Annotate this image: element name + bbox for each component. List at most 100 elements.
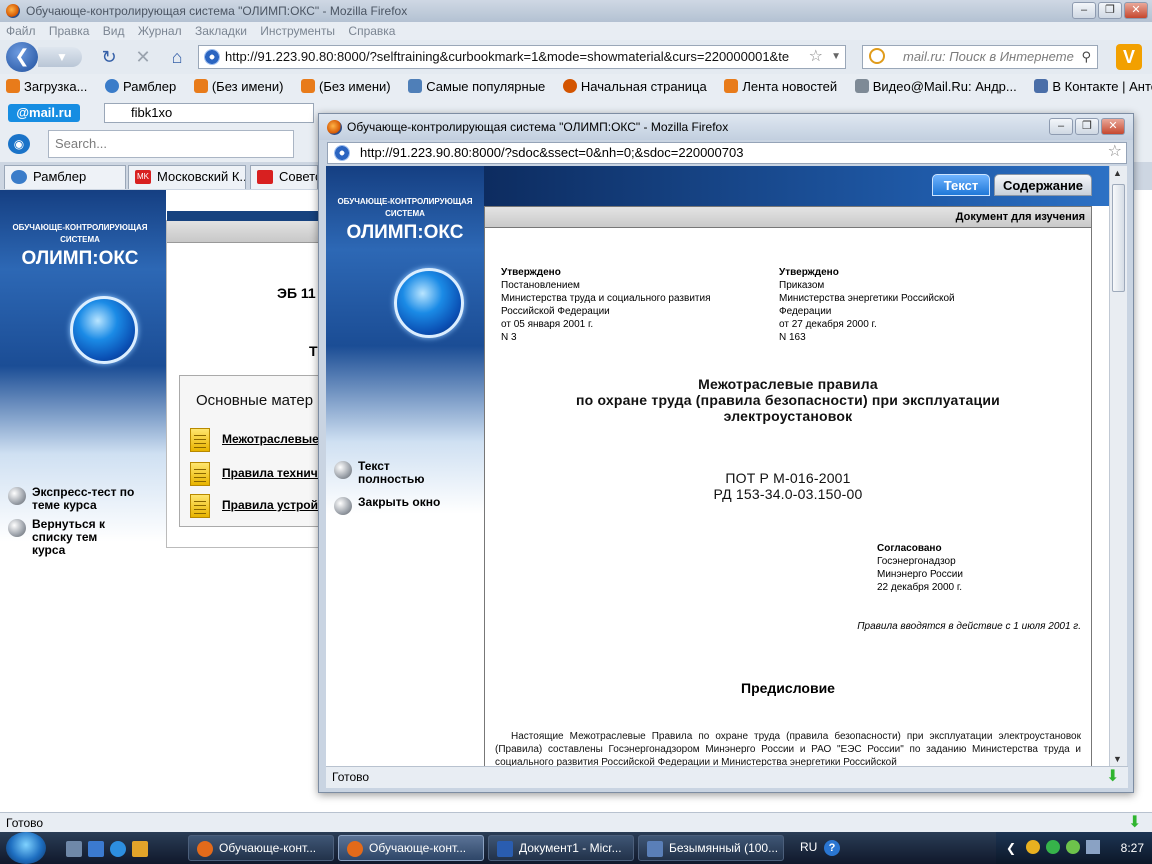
bookmark-star-icon[interactable]: ☆ — [1108, 142, 1122, 162]
ball-icon — [8, 487, 26, 505]
popup-logo-subtitle: ОБУЧАЮЩЕ-КОНТРОЛИРУЮЩАЯ СИСТЕМА — [337, 197, 473, 218]
popup-left-panel: ОБУЧАЮЩЕ-КОНТРОЛИРУЮЩАЯ СИСТЕМА ОЛИМП:ОК… — [326, 166, 484, 766]
main-status-bar: Готово ⬇ — [0, 812, 1152, 832]
bookmark-item[interactable]: Видео@Mail.Ru: Андр... — [854, 74, 1017, 100]
url-bar[interactable]: http://91.223.90.80:8000/?selftraining&c… — [198, 45, 846, 69]
scroll-thumb[interactable] — [1112, 184, 1125, 292]
taskbar-button-word[interactable]: Документ1 - Micr... — [488, 835, 634, 861]
full-text-link[interactable]: Текст полностью — [332, 460, 452, 486]
clock[interactable]: 8:27 — [1121, 832, 1144, 864]
mailru-logo[interactable]: @mail.ru — [8, 104, 80, 122]
eye-icon[interactable]: ◉ — [8, 134, 30, 154]
popup-title-bar: Обучающе-контролирующая система "ОЛИМП:О… — [319, 114, 1133, 140]
agreed-block: Согласовано Госэнергонадзор Минэнерго Ро… — [877, 543, 963, 593]
popup-minimize-button[interactable]: – — [1049, 118, 1073, 135]
site-globe-icon — [204, 49, 220, 65]
reload-icon[interactable]: ↻ — [98, 46, 120, 68]
download-arrow-icon[interactable]: ⬇ — [1128, 814, 1144, 832]
document-icon — [190, 462, 210, 486]
taskbar: Обучающе-конт... Обучающе-конт... Докуме… — [0, 832, 1152, 864]
scroll-down-icon[interactable]: ▼ — [1113, 754, 1122, 764]
ie-icon[interactable] — [110, 841, 126, 857]
media-icon[interactable] — [132, 841, 148, 857]
material-link[interactable]: Межотраслевые — [190, 428, 319, 452]
bookmark-item[interactable]: В Контакте | Антон Ру... — [1034, 74, 1152, 100]
minimize-button[interactable]: – — [1072, 2, 1096, 19]
tab-contents[interactable]: Содержание — [994, 174, 1092, 196]
popup-status-bar: Готово ⬇ — [326, 766, 1128, 788]
tab-rambler[interactable]: Рамблер — [4, 165, 126, 189]
popup-maximize-button[interactable]: ❐ — [1075, 118, 1099, 135]
taskbar-button-paint[interactable]: Безымянный (100... — [638, 835, 784, 861]
tray-status-icon[interactable] — [1066, 840, 1080, 854]
menu-view[interactable]: Вид — [103, 24, 125, 38]
taskbar-button-firefox-1[interactable]: Обучающе-конт... — [188, 835, 334, 861]
tray-network-icon[interactable] — [1046, 840, 1060, 854]
download-arrow-icon[interactable]: ⬇ — [1106, 768, 1122, 786]
popup-url-bar[interactable]: http://91.223.90.80:8000/?sdoc&ssect=0&n… — [327, 142, 1127, 164]
bookmark-item[interactable]: Начальная страница — [562, 74, 707, 100]
taskbar-button-firefox-2[interactable]: Обучающе-конт... — [338, 835, 484, 861]
popup-status-text: Готово — [332, 770, 370, 784]
tray-expand-icon[interactable]: ❮ — [1006, 832, 1016, 864]
stop-icon[interactable]: ✕ — [132, 46, 154, 68]
approval-right: Утверждено Приказом Министерства энергет… — [779, 267, 955, 343]
url-dropdown-icon[interactable]: ▼ — [831, 46, 841, 68]
search-go-icon[interactable]: ⚲ — [1081, 46, 1091, 68]
tab-text[interactable]: Текст — [932, 174, 990, 196]
bookmark-item[interactable]: Рамблер — [105, 74, 176, 100]
maximize-button[interactable]: ❐ — [1098, 2, 1122, 19]
mailru-search-input[interactable]: fibk1xo — [104, 103, 314, 123]
tray-volume-icon[interactable] — [1086, 840, 1100, 854]
site-globe-icon — [334, 145, 350, 161]
bookmark-star-icon[interactable]: ☆ — [809, 46, 823, 68]
materials-title: Основные матер — [196, 392, 314, 409]
back-button[interactable]: ❮ — [6, 42, 38, 72]
bookmark-item[interactable]: Лента новостей — [724, 74, 837, 100]
bookmark-item[interactable]: (Без имени) — [193, 74, 283, 100]
menu-tools[interactable]: Инструменты — [260, 24, 335, 38]
help-icon[interactable]: ? — [824, 840, 840, 856]
close-window-link[interactable]: Закрыть окно — [332, 496, 472, 515]
approval-left: Утверждено Постановлением Министерства т… — [501, 267, 711, 343]
navigation-toolbar: ❮ ▼ ↻ ✕ ⌂ http://91.223.90.80:8000/?self… — [0, 40, 1152, 74]
tab-sovets[interactable]: Советс — [250, 165, 318, 189]
course-title-fragment: Т — [309, 343, 318, 359]
preface-heading: Предисловие — [741, 680, 835, 696]
material-link[interactable]: Правила техничн — [190, 462, 325, 486]
show-desktop-icon[interactable] — [66, 841, 82, 857]
language-indicator[interactable]: RU — [800, 840, 817, 854]
url-text: http://91.223.90.80:8000/?selftraining&c… — [225, 49, 790, 64]
menu-bookmarks[interactable]: Закладки — [195, 24, 247, 38]
express-test-link[interactable]: Экспресс-тест по теме курса — [6, 486, 156, 512]
bookmark-item[interactable]: Загрузка... — [6, 74, 87, 100]
close-button[interactable]: ✕ — [1124, 2, 1148, 19]
menu-file[interactable]: Файл — [6, 24, 36, 38]
popup-scrollbar[interactable]: ▲ ▼ — [1109, 166, 1127, 766]
popup-close-button[interactable]: ✕ — [1101, 118, 1125, 135]
start-button[interactable] — [6, 832, 46, 864]
tab-moskovsky[interactable]: MK Московский К... — [128, 165, 246, 189]
document-codes: ПОТ Р М-016-2001 РД 153-34.0-03.150-00 — [713, 470, 863, 502]
window-switch-icon[interactable] — [88, 841, 104, 857]
popup-logo-title: ОЛИМП:ОКС — [346, 222, 464, 243]
scroll-up-icon[interactable]: ▲ — [1113, 168, 1122, 178]
back-to-topics-link[interactable]: Вернуться к списку тем курса — [6, 518, 126, 557]
search-engine-icon[interactable] — [869, 48, 885, 64]
menu-edit[interactable]: Правка — [49, 24, 90, 38]
bookmark-item[interactable]: Самые популярные — [408, 74, 545, 100]
v-addon-icon[interactable]: V — [1116, 44, 1142, 70]
menu-history[interactable]: Журнал — [138, 24, 182, 38]
material-link[interactable]: Правила устрой — [190, 494, 318, 518]
menu-help[interactable]: Справка — [348, 24, 395, 38]
bookmark-item[interactable]: (Без имени) — [301, 74, 391, 100]
web-search-input[interactable]: mail.ru: Поиск в Интернете ⚲ — [862, 45, 1098, 69]
toolbar-search-input[interactable]: Search... — [48, 130, 294, 158]
frame-grey-bar — [167, 221, 325, 243]
ball-icon — [334, 497, 352, 515]
popup-header: Текст Содержание — [484, 166, 1116, 206]
firefox-icon — [6, 4, 20, 18]
home-icon[interactable]: ⌂ — [166, 46, 188, 68]
tray-app-icon[interactable] — [1026, 840, 1040, 854]
forward-button[interactable]: ▼ — [38, 47, 82, 67]
